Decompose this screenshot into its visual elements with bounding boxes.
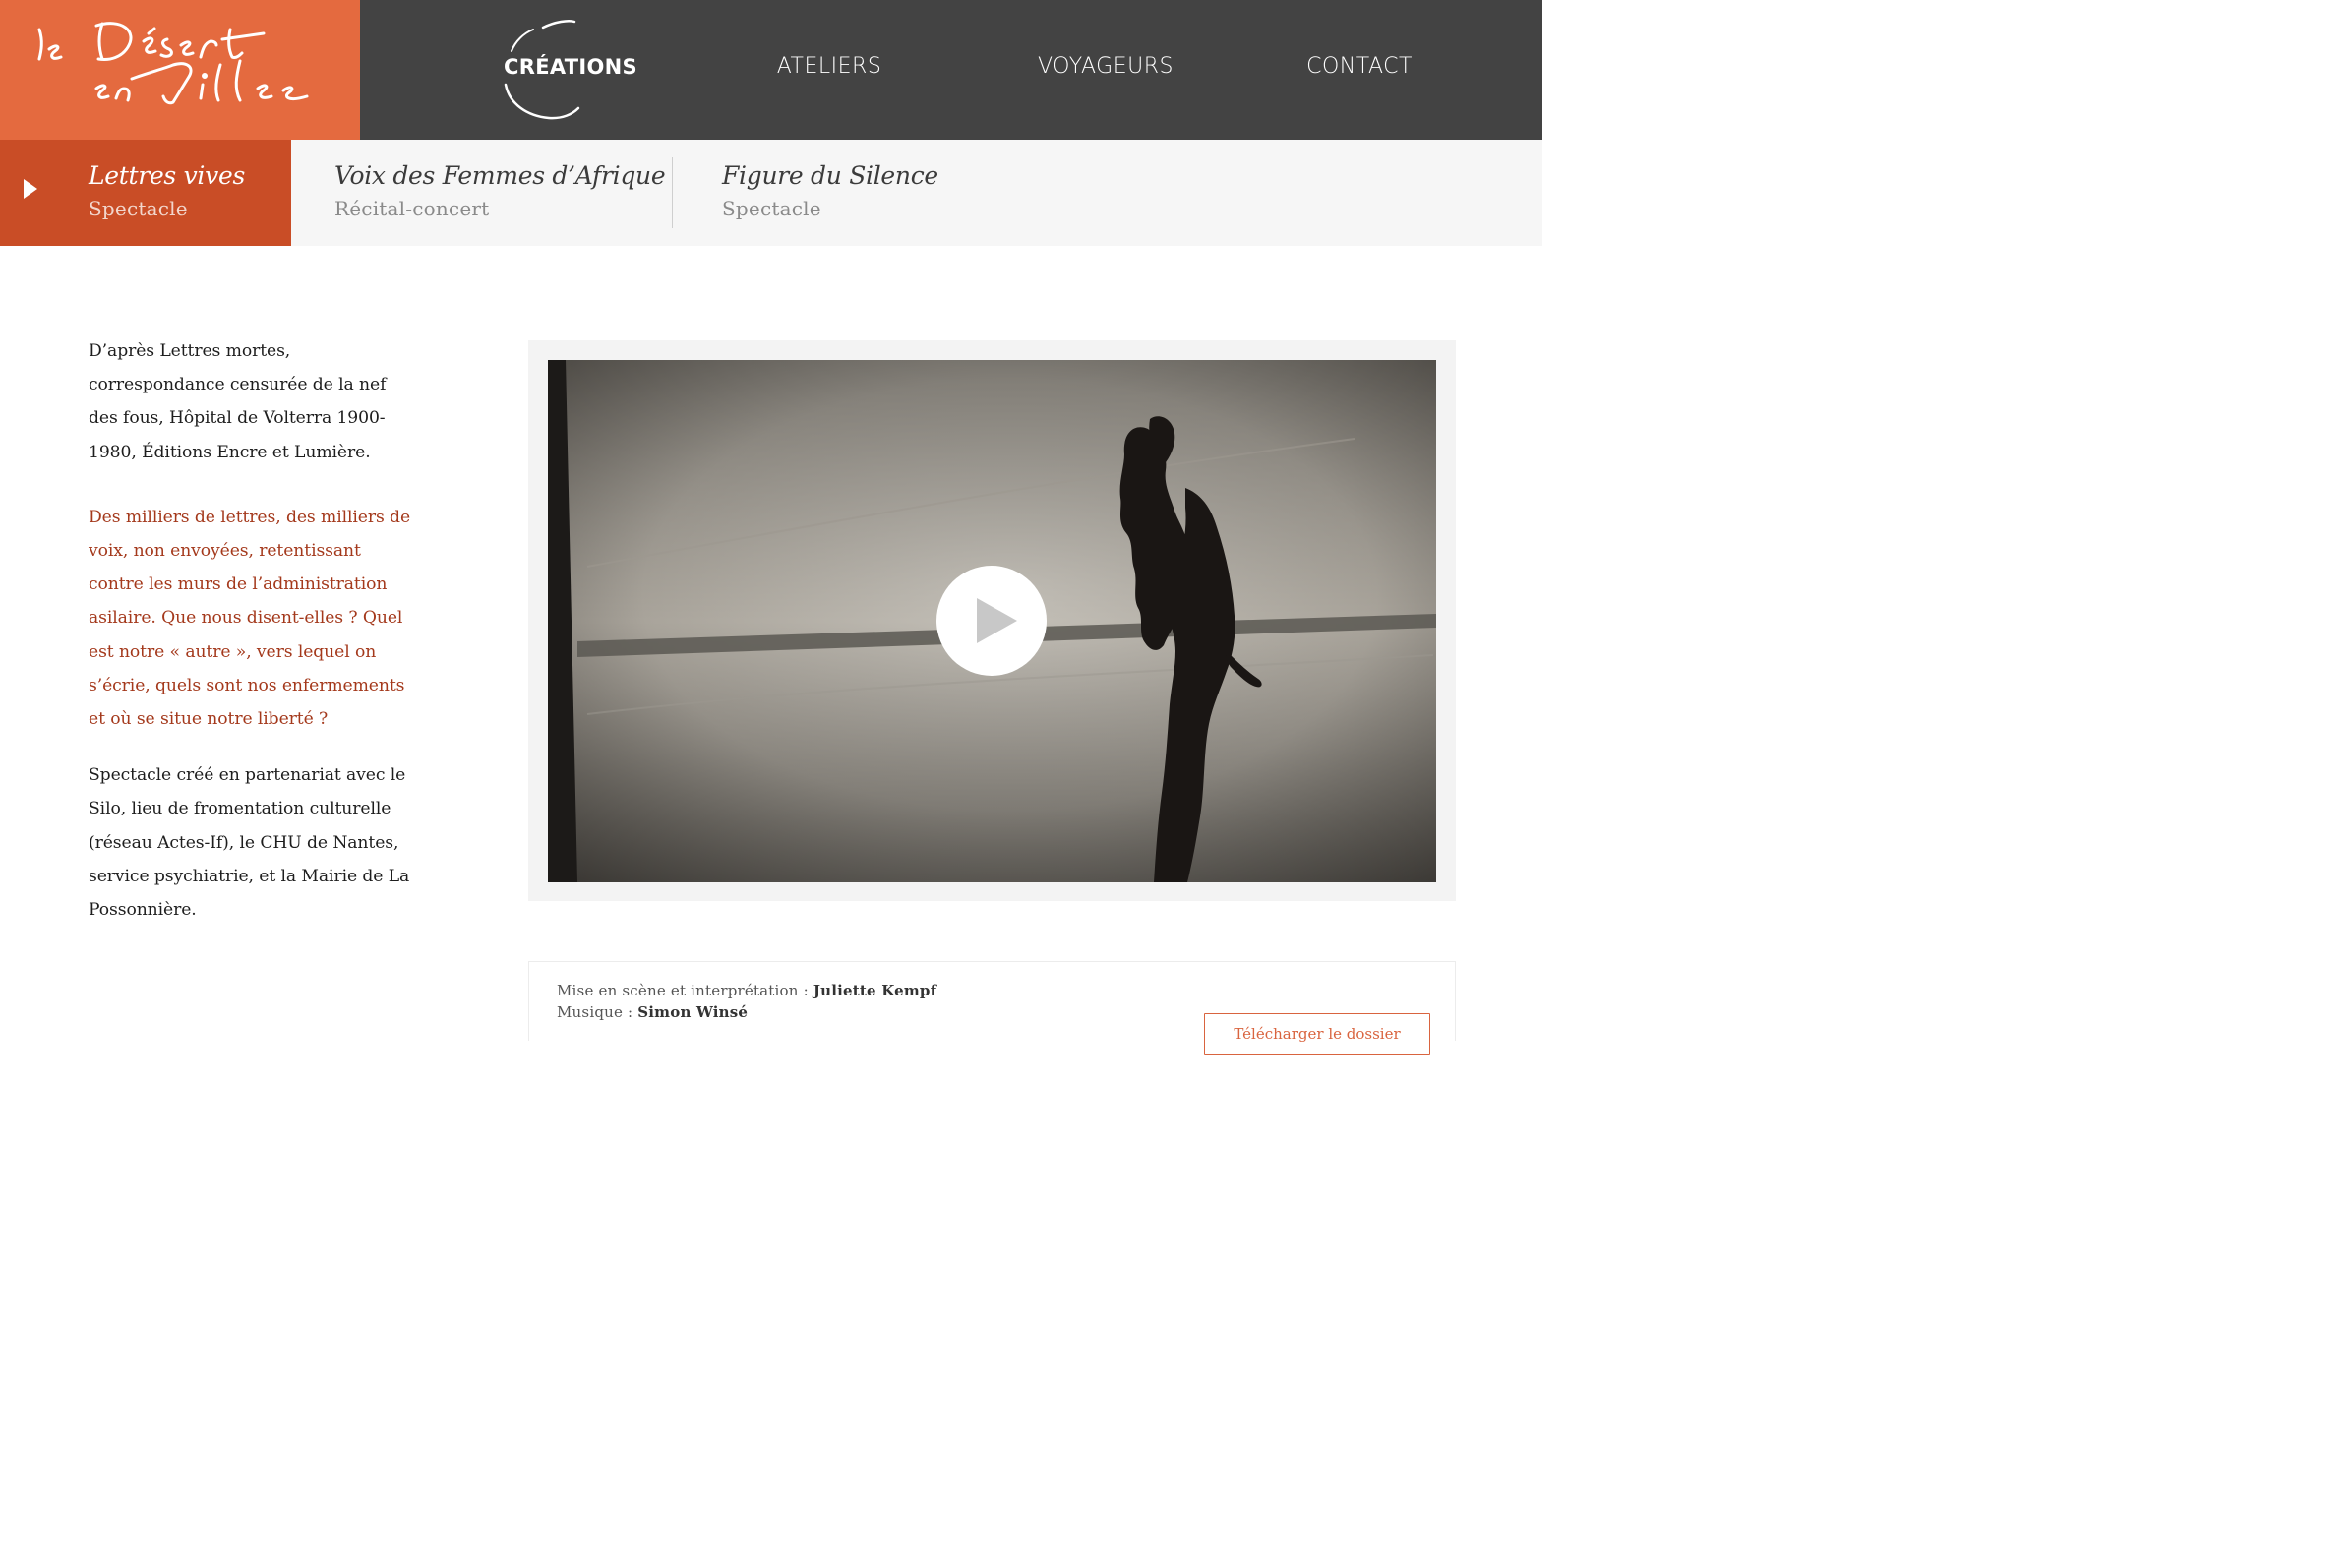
description-column: D’après Lettres mortes, correspondance c… — [89, 334, 413, 927]
credit-direction: Mise en scène et interprétation : Juliet… — [557, 982, 936, 999]
download-dossier-button[interactable]: Télécharger le dossier — [1204, 1013, 1430, 1055]
main-navigation: CRÉATIONS ATELIERS VOYAGEURS CONTACT — [360, 0, 1542, 140]
subnav-divider — [672, 157, 673, 228]
logo[interactable] — [0, 0, 360, 140]
credits-box: Mise en scène et interprétation : Juliet… — [528, 961, 1456, 1055]
subnav-item-lettres-vives[interactable]: Lettres vives Spectacle — [0, 140, 291, 246]
creations-subnav: Lettres vives Spectacle Voix des Femmes … — [0, 140, 1542, 246]
subnav-title: Lettres vives — [89, 161, 245, 190]
credit-music-value: Simon Winsé — [637, 1003, 749, 1021]
subnav-kind: Spectacle — [89, 197, 188, 220]
subnav-title: Voix des Femmes d’Afrique — [334, 161, 666, 190]
subnav-kind: Récital-concert — [334, 197, 490, 220]
play-icon — [977, 598, 1017, 643]
credit-direction-label: Mise en scène et interprétation : — [557, 982, 813, 999]
nav-creations[interactable]: CRÉATIONS — [492, 49, 649, 85]
video-play-button[interactable] — [936, 566, 1047, 676]
nav-ateliers[interactable]: ATELIERS — [751, 49, 908, 85]
subnav-kind: Spectacle — [722, 197, 821, 220]
subnav-item-figure-du-silence[interactable]: Figure du Silence Spectacle — [673, 140, 1027, 246]
nav-voyageurs[interactable]: VOYAGEURS — [1017, 49, 1194, 85]
subnav-item-voix-des-femmes[interactable]: Voix des Femmes d’Afrique Récital-concer… — [291, 140, 672, 246]
quote-text: Des milliers de lettres, des milliers de… — [89, 507, 411, 730]
credit-music: Musique : Simon Winsé — [557, 1003, 748, 1021]
subnav-title: Figure du Silence — [722, 161, 938, 190]
credit-direction-value: Juliette Kempf — [813, 982, 937, 999]
partners-text: Spectacle créé en partenariat avec le Si… — [89, 765, 410, 921]
play-arrow-icon — [24, 179, 37, 199]
credit-music-label: Musique : — [557, 1003, 638, 1021]
nav-contact[interactable]: CONTACT — [1281, 49, 1438, 85]
logo-wordmark — [37, 22, 309, 105]
intro-text: D’après Lettres mortes, correspondance c… — [89, 341, 387, 462]
